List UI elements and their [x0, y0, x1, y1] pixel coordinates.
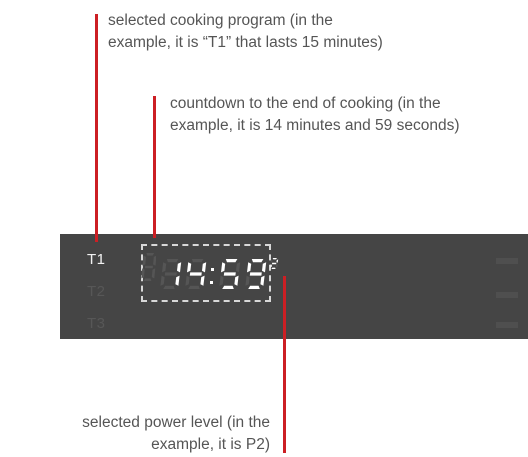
inactive-digit-segment-c [151, 268, 156, 279]
callout-power: selected power level (in the example, it… [82, 412, 270, 456]
inactive-digit [141, 253, 156, 281]
leader-line-program [95, 14, 98, 242]
countdown-digits [160, 258, 279, 289]
program-label-t2: T2 [87, 283, 106, 300]
time-digit-3-segment-a [225, 259, 238, 263]
inactive-digit-segment-b [153, 255, 156, 266]
time-digit-1-segment-e [160, 275, 165, 286]
inactive-digit-segment-e [141, 268, 145, 279]
time-digit-4-segment-a [251, 259, 264, 263]
indicator-light-1 [496, 258, 518, 264]
callout-countdown: countdown to the end of cooking (in the … [170, 93, 460, 137]
inactive-digit-segment-g [144, 265, 153, 269]
time-digit-3-segment-e [219, 275, 224, 286]
time-digit-4-segment-f [247, 262, 252, 273]
indicator-light-3 [496, 322, 518, 328]
leader-line-countdown [153, 96, 156, 238]
time-digit-3-segment-g [223, 272, 236, 276]
inactive-digit-segment-d [143, 278, 152, 281]
power-digit-segment-g [272, 262, 277, 265]
power-digit-segment-e [270, 264, 272, 268]
inactive-digit-segment-a [146, 253, 155, 256]
time-digit-3-segment-c [234, 275, 239, 286]
control-panel-display: T1 T2 T3 [60, 234, 528, 339]
colon-dot-2 [210, 281, 213, 284]
time-digit-4-segment-e [245, 275, 250, 286]
callout-program-line-1: selected cooking program (in the [108, 12, 333, 29]
time-digit-1-segment-d [163, 285, 175, 289]
time-digit-2-segment-g [189, 272, 202, 276]
time-digit-2-segment-d [188, 285, 200, 289]
time-digit-4-segment-b [262, 262, 267, 273]
power-digit-segment-b [276, 259, 279, 263]
callout-power-line-2: example, it is P2) [151, 436, 270, 453]
time-digit-1-segment-a [166, 259, 179, 263]
callout-countdown-line-1: countdown to the end of cooking (in the [170, 95, 441, 112]
callout-power-line-1: selected power level (in the [82, 414, 270, 431]
time-digit-4-segment-g [249, 272, 262, 276]
power-digit-segment-c [275, 264, 278, 268]
time-digit-1-segment-b [177, 262, 182, 273]
time-digit-4-segment-d [248, 285, 260, 289]
leader-line-power [283, 276, 286, 453]
callout-countdown-line-2: example, it is 14 minutes and 59 seconds… [170, 117, 460, 134]
time-digit-2-segment-f [187, 262, 192, 273]
time-digit-3-segment-b [236, 262, 241, 273]
time-digit-1-segment-c [175, 275, 180, 286]
time-digit-2-segment-e [185, 275, 190, 286]
time-digit-3-segment-f [221, 262, 226, 273]
time-digit-1-segment-g [164, 272, 177, 276]
indicator-light-2 [496, 292, 518, 298]
callout-program-line-2: example, it is “T1” that lasts 15 minute… [108, 34, 383, 51]
colon-dot-1 [211, 268, 214, 271]
power-digit-segment-a [272, 258, 277, 260]
time-digit-2-segment-a [191, 259, 204, 263]
power-digit-segment-f [270, 259, 273, 263]
program-label-t3: T3 [87, 315, 106, 332]
inactive-digit-segment-f [142, 255, 146, 266]
time-digit-2-segment-c [200, 275, 205, 286]
time-digit-2-segment-b [202, 262, 207, 273]
power-digit-segment-d [271, 267, 276, 269]
time-digit-1-segment-f [162, 262, 167, 273]
time-digit-4-segment-c [260, 275, 265, 286]
program-label-t1: T1 [87, 251, 106, 268]
callout-program: selected cooking program (in the example… [108, 10, 383, 54]
time-digit-3-segment-d [222, 285, 234, 289]
